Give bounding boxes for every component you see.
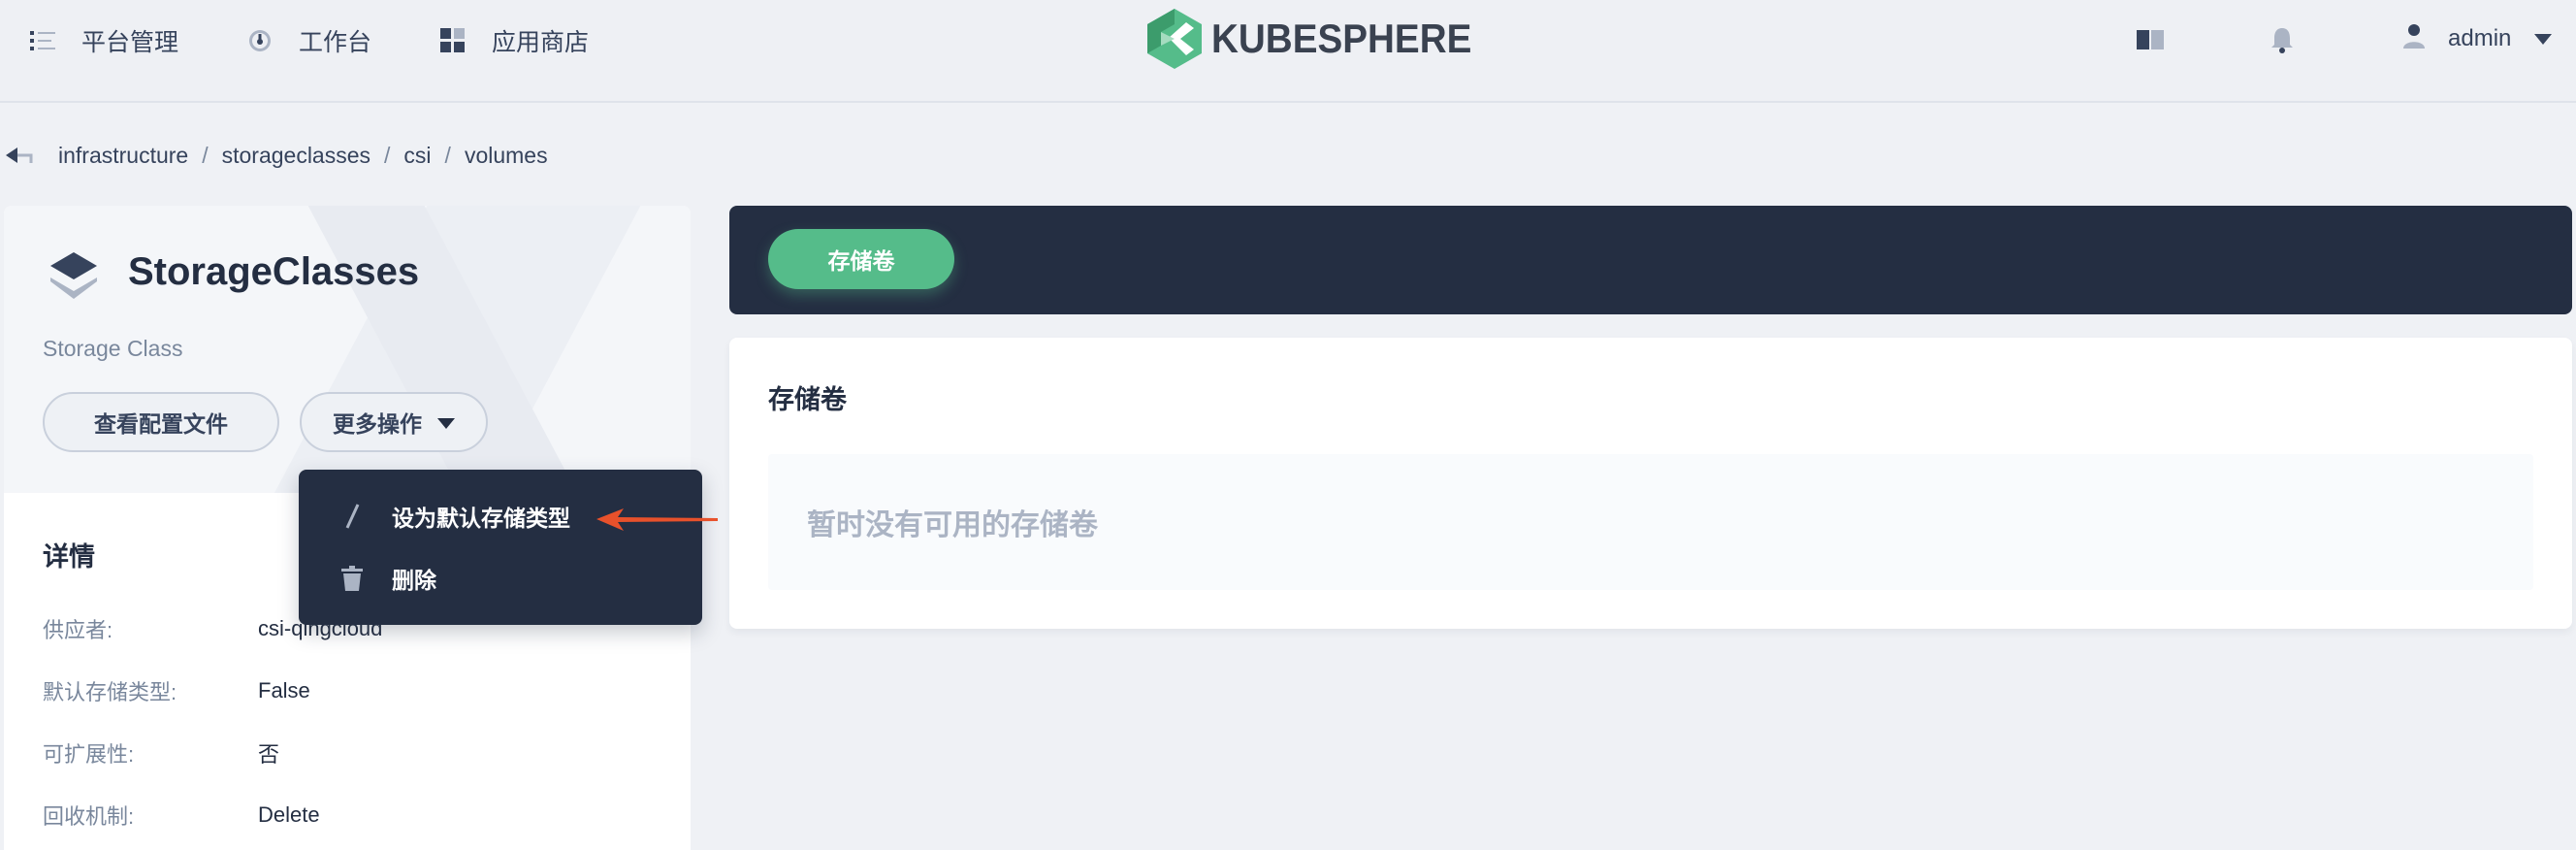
kubesphere-logo-icon [1147, 9, 1202, 69]
list-icon [29, 27, 56, 54]
breadcrumb-item-csi[interactable]: csi [403, 143, 431, 169]
menu-item-delete[interactable]: 删除 [338, 559, 436, 598]
detail-value: 否 [258, 742, 280, 767]
detail-key: 回收机制: [43, 804, 135, 829]
detail-key: 默认存储类型: [43, 680, 177, 704]
breadcrumb-item-infrastructure[interactable]: infrastructure [58, 143, 188, 169]
tab-bar: 存储卷 [729, 206, 2572, 314]
page-title: StorageClasses [128, 250, 420, 293]
menu-item-set-default[interactable]: 设为默认存储类型 [338, 497, 570, 536]
view-config-button[interactable]: 查看配置文件 [43, 392, 279, 452]
volumes-title: 存储卷 [768, 385, 847, 414]
detail-key: 供应者: [43, 618, 113, 642]
trash-icon [338, 566, 367, 591]
more-actions-button[interactable]: 更多操作 [300, 392, 488, 452]
notification-bell-icon[interactable] [2266, 23, 2299, 56]
empty-state: 暂时没有可用的存储卷 [768, 454, 2533, 590]
user-menu[interactable]: admin [2403, 21, 2553, 56]
caret-down-icon [437, 409, 455, 436]
chevron-down-icon [2534, 25, 2553, 52]
page-subtitle: Storage Class [43, 336, 183, 361]
pen-icon [338, 504, 367, 529]
detail-row-expandable: 可扩展性: 否 [43, 737, 279, 768]
top-header: 平台管理 工作台 应用商店 KUBESPHERE admin [0, 0, 2576, 103]
user-avatar-icon [2403, 23, 2425, 55]
user-name: admin [2448, 25, 2512, 51]
detail-row-default: 默认存储类型: False [43, 675, 310, 706]
breadcrumb: infrastructure / storageclasses / csi / … [6, 139, 548, 172]
kubesphere-logo[interactable]: KUBESPHERE [1147, 8, 1495, 70]
volumes-panel: 存储卷 暂时没有可用的存储卷 [729, 338, 2572, 629]
resource-header: StorageClasses Storage Class 查看配置文件 更多操作 [4, 206, 691, 493]
nav-label: 应用商店 [492, 29, 590, 56]
more-actions-dropdown: 设为默认存储类型 删除 [299, 470, 702, 625]
nav-label: 工作台 [299, 29, 372, 56]
detail-key: 可扩展性: [43, 742, 135, 767]
detail-value: False [258, 678, 310, 703]
nav-workbench[interactable]: 工作台 [246, 19, 371, 62]
detail-row-reclaim-policy: 回收机制: Delete [43, 800, 320, 831]
dashboard-icon [246, 27, 274, 54]
logo-text: KUBESPHERE [1211, 16, 1472, 61]
tab-volumes[interactable]: 存储卷 [768, 229, 954, 289]
breadcrumb-item-volumes: volumes [464, 142, 548, 168]
details-title: 详情 [43, 542, 95, 572]
breadcrumb-item-storageclasses[interactable]: storageclasses [222, 143, 370, 169]
breadcrumb-separator: / [384, 142, 391, 168]
annotation-arrow-icon [596, 508, 718, 531]
nav-platform-management[interactable]: 平台管理 [29, 19, 178, 62]
more-actions-label: 更多操作 [333, 411, 422, 437]
detail-value: Delete [258, 802, 320, 827]
docs-book-icon[interactable] [2134, 23, 2167, 56]
back-arrow-icon[interactable] [6, 146, 35, 165]
menu-item-label: 删除 [392, 568, 436, 593]
menu-item-label: 设为默认存储类型 [392, 506, 570, 531]
breadcrumb-separator: / [202, 142, 209, 168]
storageclass-layers-icon [47, 248, 101, 303]
nav-app-store[interactable]: 应用商店 [439, 19, 589, 62]
nav-label: 平台管理 [81, 29, 179, 56]
breadcrumb-separator: / [444, 142, 451, 168]
appstore-icon [439, 27, 467, 54]
